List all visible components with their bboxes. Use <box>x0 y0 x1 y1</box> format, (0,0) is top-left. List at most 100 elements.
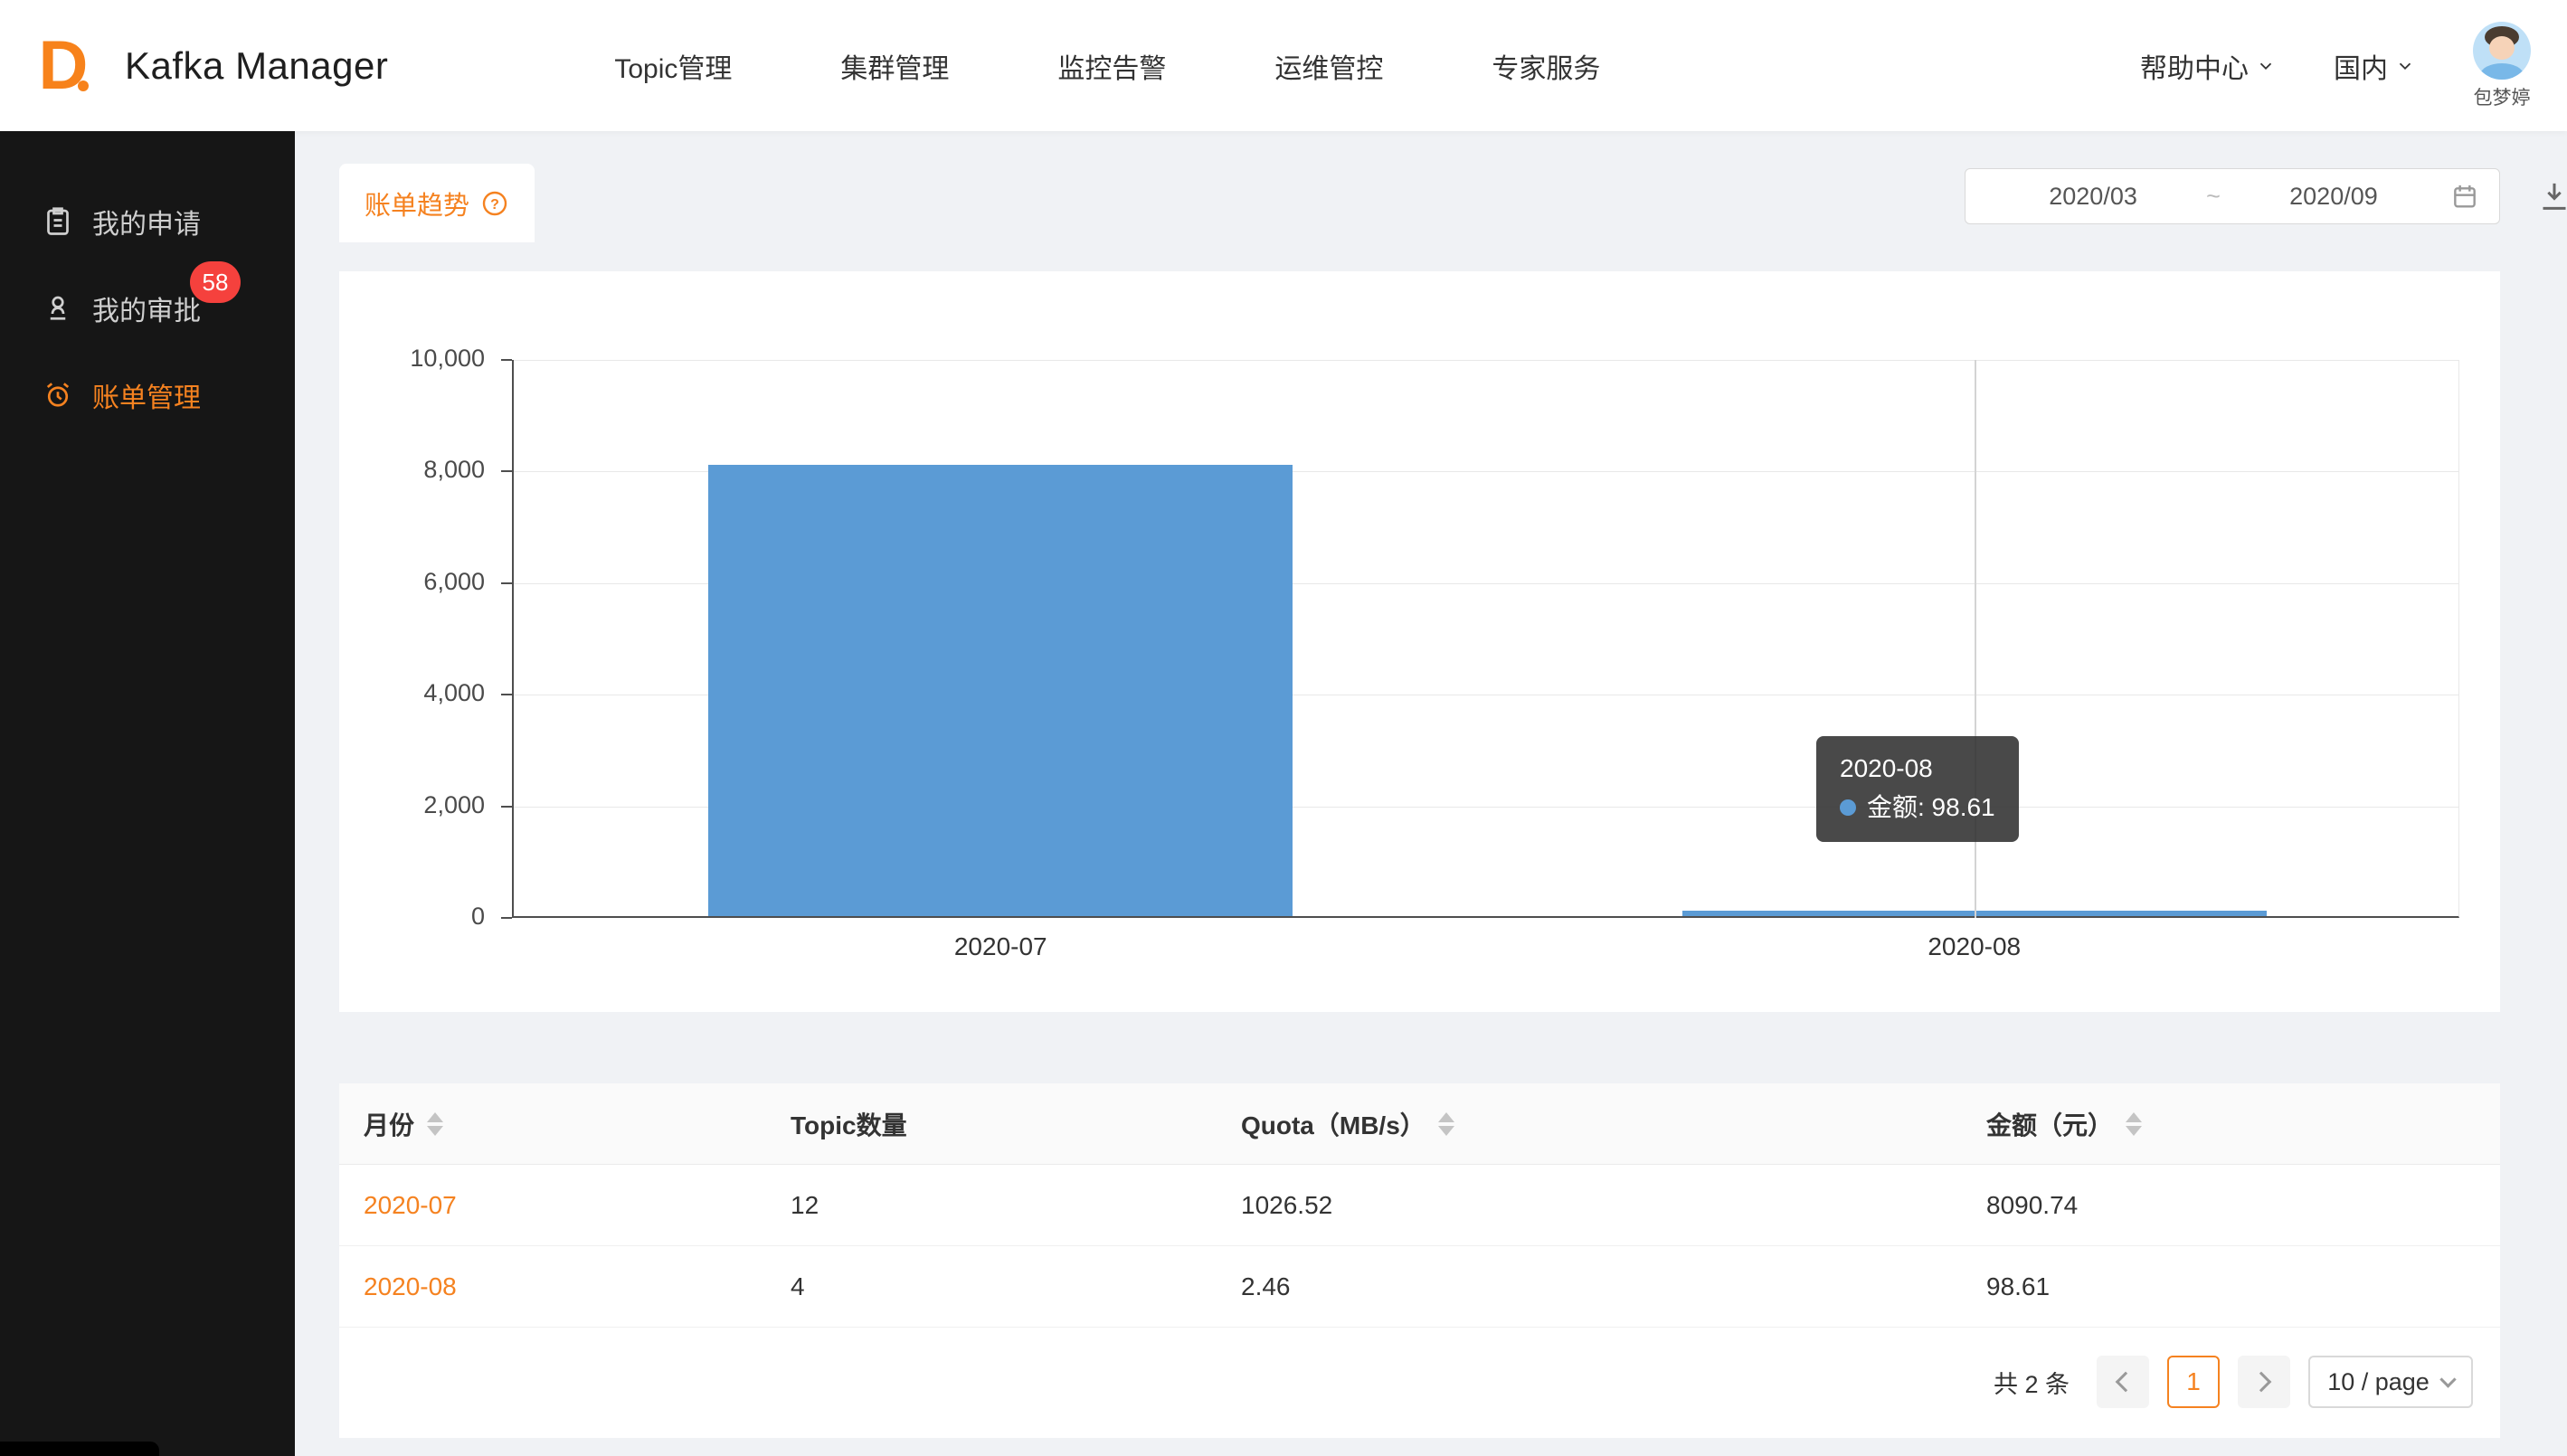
sort-icon[interactable] <box>427 1112 443 1136</box>
y-axis-tick-label: 4,000 <box>304 679 485 707</box>
y-axis-tick <box>501 806 512 808</box>
date-start-input[interactable]: 2020/03 <box>1985 183 2201 211</box>
billing-table-card: 月份 Topic数量 Quota（MB/s） 金额（元） 2020-07 12 <box>339 1083 2500 1438</box>
month-link[interactable]: 2020-08 <box>339 1272 766 1301</box>
sidebar-list: 我的申请 我的审批 58 账单管理 <box>0 178 295 439</box>
date-separator: ~ <box>2201 183 2226 211</box>
sidebar-item-my-approvals[interactable]: 我的审批 58 <box>0 265 295 352</box>
x-axis-label: 2020-08 <box>1488 932 2462 961</box>
download-icon[interactable] <box>2536 178 2567 214</box>
header-right: 帮助中心 国内 包梦婷 <box>2140 22 2531 110</box>
table-header-row: 月份 Topic数量 Quota（MB/s） 金额（元） <box>339 1083 2500 1165</box>
region-label: 国内 <box>2334 46 2388 86</box>
y-axis-tick <box>501 917 512 919</box>
chart-tooltip: 2020-08 金额: 98.61 <box>1816 736 2019 842</box>
chevron-down-icon <box>2439 1371 2456 1387</box>
chart-bar[interactable] <box>708 465 1293 916</box>
column-label: Topic数量 <box>791 1106 907 1142</box>
prev-page-button[interactable] <box>2097 1356 2149 1408</box>
series-dot-icon <box>1840 799 1856 816</box>
table-row: 2020-07 12 1026.52 8090.74 <box>339 1165 2500 1246</box>
page: D Kafka Manager Topic管理 集群管理 监控告警 运维管控 专… <box>0 0 2567 1456</box>
calendar-icon[interactable] <box>2450 182 2479 211</box>
y-axis-tick-label: 2,000 <box>304 791 485 819</box>
tooltip-value: 金额: 98.61 <box>1867 793 1995 821</box>
tab-billing-trend[interactable]: 账单趋势 ? <box>339 164 535 242</box>
page-size-select[interactable]: 10 / page <box>2308 1356 2473 1408</box>
x-axis-label: 2020-07 <box>514 932 1488 961</box>
column-label: 金额（元） <box>1986 1106 2113 1142</box>
y-axis-tick <box>501 359 512 361</box>
y-axis-tick <box>501 582 512 584</box>
tooltip-title: 2020-08 <box>1840 749 1995 788</box>
tooltip-row: 金额: 98.61 <box>1840 788 1995 827</box>
help-center-label: 帮助中心 <box>2140 46 2249 86</box>
approvals-badge: 58 <box>190 261 241 303</box>
amount-cell: 98.61 <box>1962 1272 2500 1301</box>
column-header-month[interactable]: 月份 <box>339 1106 766 1142</box>
total-count: 共 2 条 <box>1994 1365 2070 1400</box>
sidebar-item-my-applications[interactable]: 我的申请 <box>0 178 295 265</box>
sidebar-item-label: 账单管理 <box>92 375 201 415</box>
month-link[interactable]: 2020-07 <box>339 1191 766 1220</box>
user-menu[interactable]: 包梦婷 <box>2473 22 2531 110</box>
pagination: 共 2 条 1 10 / page <box>339 1328 2500 1436</box>
logo-letter: D <box>39 32 89 100</box>
amount-cell: 8090.74 <box>1962 1191 2500 1220</box>
help-center-dropdown[interactable]: 帮助中心 <box>2140 46 2276 86</box>
sidebar: 我的申请 我的审批 58 账单管理 <box>0 131 295 1456</box>
topics-cell: 4 <box>766 1272 1217 1301</box>
main-content: 账单趋势 ? 2020/03 ~ 2020/09 2020-08 金 <box>295 131 2567 1456</box>
gridline <box>514 360 2458 361</box>
nav-item-cluster[interactable]: 集群管理 <box>786 0 1003 131</box>
page-size-label: 10 / page <box>2327 1368 2430 1396</box>
y-axis-tick-label: 6,000 <box>304 568 485 596</box>
app-logo[interactable]: D <box>25 28 101 104</box>
column-header-amount[interactable]: 金额（元） <box>1962 1106 2500 1142</box>
quota-cell: 1026.52 <box>1217 1191 1962 1220</box>
app-title: Kafka Manager <box>125 44 388 88</box>
sort-icon[interactable] <box>2126 1112 2142 1136</box>
clipboard-icon <box>42 205 74 238</box>
avatar-body <box>2480 63 2524 80</box>
column-label: 月份 <box>364 1106 414 1142</box>
tab-label: 账单趋势 <box>365 184 469 222</box>
approval-stamp-icon <box>42 292 74 325</box>
nav-item-ops[interactable]: 运维管控 <box>1220 0 1437 131</box>
main-nav: Topic管理 集群管理 监控告警 运维管控 专家服务 <box>560 0 1654 131</box>
nav-item-monitor[interactable]: 监控告警 <box>1003 0 1220 131</box>
nav-item-topic[interactable]: Topic管理 <box>560 0 786 131</box>
y-axis-tick-label: 10,000 <box>304 345 485 373</box>
y-axis-tick-label: 8,000 <box>304 456 485 484</box>
column-header-topics: Topic数量 <box>766 1106 1217 1142</box>
column-header-quota[interactable]: Quota（MB/s） <box>1217 1106 1962 1142</box>
sidebar-collapse-bar[interactable] <box>0 1442 159 1456</box>
nav-item-expert[interactable]: 专家服务 <box>1437 0 1654 131</box>
chevron-left-icon <box>2116 1372 2136 1393</box>
sidebar-item-label: 我的申请 <box>92 202 201 241</box>
user-name: 包梦婷 <box>2474 83 2531 110</box>
top-header: D Kafka Manager Topic管理 集群管理 监控告警 运维管控 专… <box>0 0 2567 131</box>
topics-cell: 12 <box>766 1191 1217 1220</box>
date-end-input[interactable]: 2020/09 <box>2226 183 2441 211</box>
avatar-face <box>2489 36 2515 60</box>
sort-icon[interactable] <box>1438 1112 1454 1136</box>
chart-plot: 2020-08 金额: 98.61 02,0004,0006,0008,0001… <box>512 360 2459 918</box>
avatar[interactable] <box>2473 22 2531 80</box>
date-range-picker[interactable]: 2020/03 ~ 2020/09 <box>1965 168 2500 224</box>
y-axis-tick <box>501 470 512 472</box>
chevron-right-icon <box>2251 1372 2272 1393</box>
table-row: 2020-08 4 2.46 98.61 <box>339 1246 2500 1328</box>
bill-icon <box>42 379 74 411</box>
svg-text:?: ? <box>490 197 499 213</box>
quota-cell: 2.46 <box>1217 1272 1962 1301</box>
chevron-down-icon <box>2256 56 2276 76</box>
next-page-button[interactable] <box>2238 1356 2290 1408</box>
y-axis-tick <box>501 694 512 695</box>
help-question-icon[interactable]: ? <box>480 189 509 218</box>
y-axis-tick-label: 0 <box>304 903 485 931</box>
region-dropdown[interactable]: 国内 <box>2334 46 2415 86</box>
sidebar-item-billing[interactable]: 账单管理 <box>0 352 295 439</box>
page-1-button[interactable]: 1 <box>2167 1356 2220 1408</box>
billing-trend-chart-card: 2020-08 金额: 98.61 02,0004,0006,0008,0001… <box>339 271 2500 1012</box>
